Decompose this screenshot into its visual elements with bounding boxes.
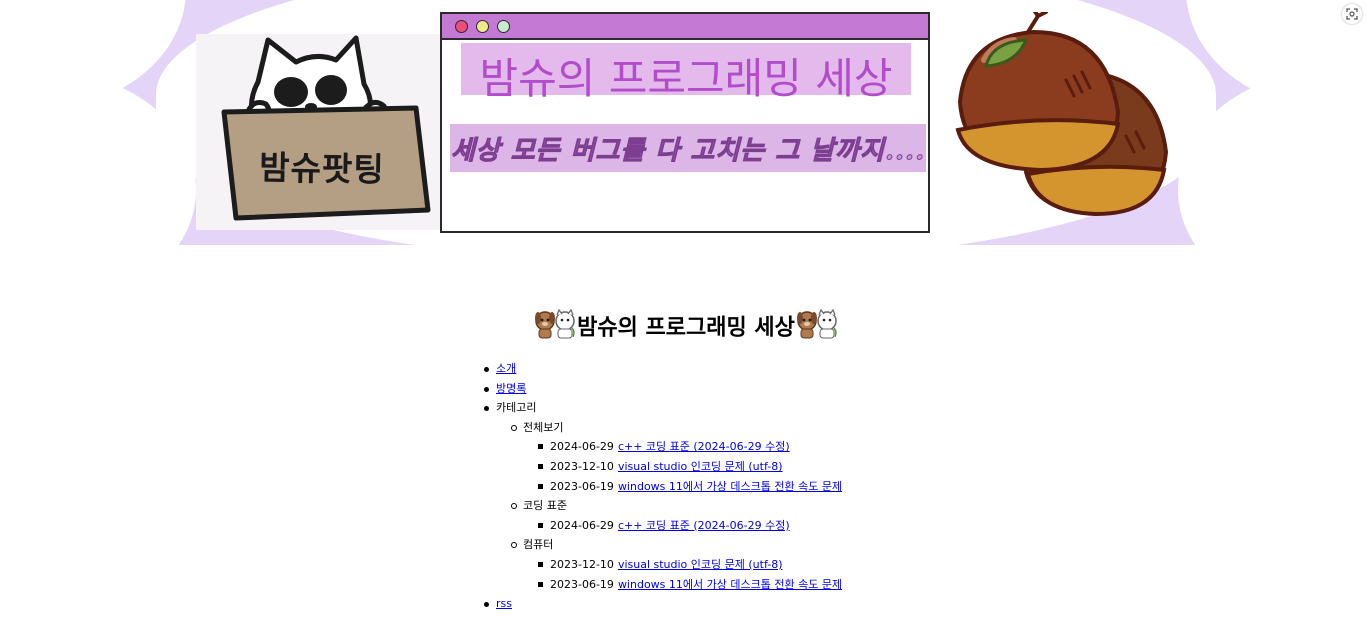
category-coding-standard: 코딩 표준 (478, 496, 842, 516)
window-maximize-dot (497, 20, 510, 33)
post-item: 2023-06-19 windows 11에서 가상 데스크톱 전환 속도 문제 (478, 477, 842, 497)
bullet-circle (511, 503, 517, 510)
post-date: 2024-06-29 (550, 440, 614, 454)
nav-item-intro: 소개 (478, 359, 842, 379)
post-date: 2024-06-29 (550, 518, 614, 532)
post-item: 2023-12-10 visual studio 인코딩 문제 (utf-8) (478, 555, 842, 575)
bullet-disc (484, 406, 489, 412)
category-label: 카테고리 (496, 401, 537, 415)
screenshot-capture-icon[interactable] (1342, 4, 1362, 24)
post-date: 2023-12-10 (550, 557, 614, 571)
window-minimize-dot (476, 20, 489, 33)
window-titlebar (442, 14, 928, 40)
nav-item-category: 카테고리 (478, 398, 842, 418)
category-computer: 컴퓨터 (478, 535, 842, 555)
banner-subtitle: 세상 모든 버그를 다 고치는 그 날까지.... (450, 136, 926, 167)
category-all: 전체보기 (478, 418, 842, 438)
header-banner: 밤슈팟팅 밤슈의 프로그래밍 세상 세상 모든 버그를 다 고치는 그 날까지.… (6, 0, 1366, 245)
post-date: 2023-06-19 (550, 479, 614, 493)
dog-and-cat-emoji-icon (533, 307, 577, 350)
post-item: 2024-06-29 c++ 코딩 표준 (2024-06-29 수정) (478, 516, 842, 536)
post-link[interactable]: visual studio 인코딩 문제 (utf-8) (618, 558, 783, 571)
bullet-disc (484, 386, 489, 392)
post-link[interactable]: c++ 코딩 표준 (2024-06-29 수정) (618, 519, 790, 532)
bullet-square (538, 444, 543, 450)
page: 밤슈팟팅 밤슈의 프로그래밍 세상 세상 모든 버그를 다 고치는 그 날까지.… (0, 0, 1366, 621)
bullet-square (538, 522, 543, 528)
bullet-square (538, 483, 543, 489)
banner-subtitle-highlight: 세상 모든 버그를 다 고치는 그 날까지.... (450, 124, 926, 172)
chestnut-icon (955, 12, 1169, 217)
post-date: 2023-06-19 (550, 577, 614, 591)
post-item: 2024-06-29 c++ 코딩 표준 (2024-06-29 수정) (478, 437, 842, 457)
post-item: 2023-06-19 windows 11에서 가상 데스크톱 전환 속도 문제 (478, 575, 842, 595)
post-link[interactable]: windows 11에서 가상 데스크톱 전환 속도 문제 (618, 480, 842, 493)
guestbook-link[interactable]: 방명록 (496, 382, 526, 395)
banner-window: 밤슈의 프로그래밍 세상 세상 모든 버그를 다 고치는 그 날까지.... (440, 12, 930, 233)
banner-cat-illustration: 밤슈팟팅 (196, 34, 442, 230)
dog-and-cat-emoji-icon (795, 307, 839, 350)
post-link[interactable]: visual studio 인코딩 문제 (utf-8) (618, 460, 783, 473)
bullet-circle (511, 542, 517, 549)
category-label-all: 전체보기 (523, 420, 564, 434)
bullet-disc (484, 602, 489, 608)
category-label-computer: 컴퓨터 (523, 538, 554, 552)
post-date: 2023-12-10 (550, 459, 614, 473)
bullet-circle (511, 424, 517, 431)
blog-navigation: 소개 방명록 카테고리 전체보기 2024-06-29 c++ 코딩 표준 (20… (478, 359, 842, 614)
rss-link[interactable]: rss (496, 597, 512, 610)
bullet-square (538, 561, 543, 567)
post-link[interactable]: windows 11에서 가상 데스크톱 전환 속도 문제 (618, 578, 842, 591)
sign-text: 밤슈팟팅 (258, 147, 386, 190)
bullet-square (538, 581, 543, 587)
cat-icon (221, 35, 431, 221)
page-title: 밤슈의 프로그래밍 세상 (0, 307, 1366, 350)
intro-link[interactable]: 소개 (496, 362, 516, 375)
nav-item-guestbook: 방명록 (478, 379, 842, 399)
post-item: 2023-12-10 visual studio 인코딩 문제 (utf-8) (478, 457, 842, 477)
bullet-square (538, 463, 543, 469)
category-label-coding-standard: 코딩 표준 (523, 499, 567, 513)
page-title-text: 밤슈의 프로그래밍 세상 (577, 315, 795, 341)
banner-title: 밤슈의 프로그래밍 세상 (479, 54, 893, 103)
banner-title-highlight: 밤슈의 프로그래밍 세상 (461, 43, 911, 103)
post-link[interactable]: c++ 코딩 표준 (2024-06-29 수정) (618, 440, 790, 453)
window-close-dot (455, 20, 468, 33)
bullet-disc (484, 367, 489, 372)
nav-item-rss: rss (478, 594, 842, 614)
screenshot-capture-glyph (1346, 8, 1358, 20)
